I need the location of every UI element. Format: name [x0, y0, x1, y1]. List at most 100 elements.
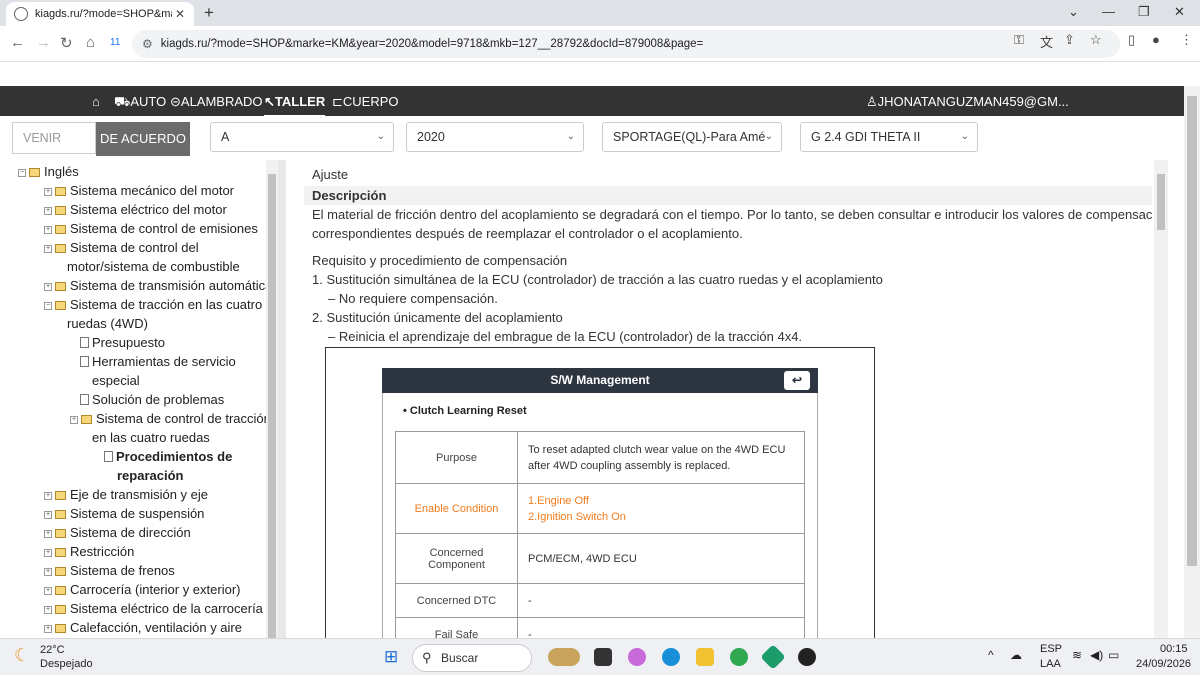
restore-icon[interactable]: ❐ — [1138, 4, 1150, 20]
user-account[interactable]: ♙JHONATANGUZMAN459@GM... — [866, 94, 1069, 110]
tree-leaf[interactable]: Herramientas de servicio — [80, 352, 236, 371]
tree-item[interactable]: + Sistema de suspensión — [44, 504, 204, 523]
windows-taskbar: ☾ 22°C Despejado ⊞ ⚲ Buscar ^ ☁ ESP LAA ≋… — [0, 638, 1200, 675]
scroll-thumb[interactable] — [1187, 96, 1197, 566]
tree-leaf-cont[interactable]: especial — [92, 371, 140, 390]
ok-button[interactable]: DE ACUERDO — [96, 122, 190, 156]
engine-select[interactable]: G 2.4 GDI THETA II ⌄ — [800, 122, 978, 152]
tree-item[interactable]: + Sistema mecánico del motor — [44, 181, 234, 200]
sidepanel-icon[interactable]: ▯ — [1128, 32, 1135, 48]
table-row: Concerned Component PCM/ECM, 4WD ECU — [395, 533, 805, 584]
tree-item-cont[interactable]: motor/sistema de combustible — [67, 257, 240, 276]
step-1: 1. Sustitución simultánea de la ECU (con… — [312, 272, 883, 287]
windows-start-icon[interactable]: ⊞ — [384, 647, 398, 667]
tree-item[interactable]: + Calefacción, ventilación y aire — [44, 618, 242, 637]
extension-badge[interactable]: 11 — [110, 37, 120, 48]
tree-leaf-selected[interactable]: Procedimientos de — [104, 447, 232, 466]
language-2[interactable]: LAA — [1040, 658, 1061, 670]
reload-icon[interactable]: ↻ — [60, 34, 73, 52]
profile-avatar-icon[interactable]: ● — [1152, 32, 1160, 47]
year-select[interactable]: 2020 ⌄ — [406, 122, 584, 152]
tree-item[interactable]: + Restricción — [44, 542, 134, 561]
forward-icon[interactable]: → — [36, 34, 51, 51]
battery-icon[interactable]: ▭ — [1108, 648, 1119, 662]
expand-icon: + — [44, 207, 52, 215]
chrome-icon[interactable] — [730, 648, 748, 666]
tree-root[interactable]: − Inglés — [18, 162, 79, 181]
tree-leaf[interactable]: Presupuesto — [80, 333, 165, 352]
moon-weather-icon[interactable]: ☾ — [14, 645, 30, 666]
file-explorer-icon[interactable] — [696, 648, 714, 666]
tab-search-icon[interactable]: ⌄ — [1068, 4, 1079, 20]
scroll-thumb[interactable] — [268, 174, 276, 638]
onedrive-icon[interactable]: ☁ — [1010, 648, 1022, 662]
home-nav-icon[interactable]: ⌂ — [92, 94, 100, 109]
tree-item[interactable]: + Sistema eléctrico de la carrocería — [44, 599, 263, 618]
tree-item[interactable]: + Sistema de control de emisiones — [44, 219, 258, 238]
nav-wiring[interactable]: ⊝ALAMBRADO — [170, 94, 263, 110]
globe-icon — [14, 7, 28, 21]
close-tab-icon[interactable]: ✕ — [172, 7, 188, 21]
tree-item[interactable]: + Carrocería (interior y exterior) — [44, 580, 241, 599]
weather-status[interactable]: Despejado — [40, 658, 93, 670]
nav-workshop[interactable]: ↖TALLER — [264, 94, 326, 118]
bookmark-star-icon[interactable]: ☆ — [1090, 32, 1102, 48]
volume-icon[interactable]: ◀) — [1090, 648, 1103, 662]
wifi-icon[interactable]: ≋ — [1072, 648, 1082, 662]
tree-item[interactable]: + Sistema de control de tracción — [70, 409, 266, 428]
taskbar-search[interactable]: ⚲ Buscar — [412, 644, 532, 672]
tree-leaf-selected-cont[interactable]: reparación — [117, 466, 183, 485]
language-1[interactable]: ESP — [1040, 643, 1062, 655]
tree-item[interactable]: − Sistema de tracción en las cuatro — [44, 295, 262, 314]
pane-divider[interactable] — [278, 160, 286, 638]
new-tab-icon[interactable]: + — [204, 3, 214, 23]
clock-date[interactable]: 24/09/2026 — [1136, 658, 1191, 670]
description-bar — [304, 186, 1152, 205]
content-scrollbar[interactable] — [1154, 160, 1168, 638]
share-icon[interactable]: ⇪ — [1064, 32, 1075, 48]
model-select[interactable]: SPORTAGE(QL)-Para Amé ⌄ — [602, 122, 782, 152]
key-icon[interactable]: ⚿ — [1014, 32, 1024, 48]
app-icon[interactable] — [798, 648, 816, 666]
menu-icon[interactable]: ⋮ — [1180, 32, 1193, 48]
service-tree: − Inglés + Sistema mecánico del motor + Sis… — [0, 160, 266, 638]
folder-icon — [55, 187, 66, 196]
site-settings-icon[interactable]: ⚙ — [142, 37, 153, 51]
page-scrollbar[interactable] — [1184, 86, 1200, 638]
tree-item[interactable]: + Sistema de control del — [44, 238, 199, 257]
url-bar[interactable]: ⚙ kiagds.ru/?mode=SHOP&marke=KM&year=202… — [132, 30, 1120, 58]
tree-item[interactable]: + Eje de transmisión y eje — [44, 485, 208, 504]
scroll-thumb[interactable] — [1157, 174, 1165, 230]
clock-time[interactable]: 00:15 — [1160, 643, 1188, 655]
vin-input[interactable]: VENIR — [12, 122, 96, 154]
tree-item-cont[interactable]: en las cuatro ruedas — [92, 428, 210, 447]
back-icon[interactable]: ← — [10, 34, 25, 51]
nav-body[interactable]: ⊏CUERPO — [332, 94, 399, 110]
tray-chevron-icon[interactable]: ^ — [988, 648, 994, 662]
home-icon[interactable]: ⌂ — [86, 34, 95, 51]
tree-item[interactable]: + Sistema de transmisión automática — [44, 276, 266, 295]
close-window-icon[interactable]: ✕ — [1174, 4, 1185, 20]
widget-icon[interactable] — [548, 648, 580, 666]
translate-icon[interactable]: 文 — [1040, 32, 1053, 51]
tree-item[interactable]: + Sistema de dirección — [44, 523, 191, 542]
tab-title: kiagds.ru/?mode=SHOP&marke — [35, 8, 172, 20]
edge-icon[interactable] — [662, 648, 680, 666]
nav-auto[interactable]: ⛟AUTO — [114, 94, 166, 112]
make-select[interactable]: A ⌄ — [210, 122, 394, 152]
tree-leaf[interactable]: Solución de problemas — [80, 390, 224, 409]
expand-icon: + — [44, 587, 52, 595]
tree-item[interactable]: + Sistema eléctrico del motor — [44, 200, 227, 219]
browser-tab[interactable]: kiagds.ru/?mode=SHOP&marke ✕ — [6, 2, 194, 26]
copilot-icon[interactable] — [628, 648, 646, 666]
task-view-icon[interactable] — [594, 648, 612, 666]
expand-icon: + — [44, 568, 52, 576]
app-icon[interactable] — [760, 644, 786, 670]
minimize-icon[interactable]: — — [1102, 4, 1115, 19]
folder-icon — [55, 510, 66, 519]
tree-item[interactable]: + Sistema de frenos — [44, 561, 175, 580]
tree-item-cont[interactable]: ruedas (4WD) — [67, 314, 148, 333]
tree-scrollbar[interactable] — [266, 160, 278, 638]
weather-temp[interactable]: 22°C — [40, 644, 65, 656]
table-value: To reset adapted clutch wear value on th… — [517, 431, 805, 484]
